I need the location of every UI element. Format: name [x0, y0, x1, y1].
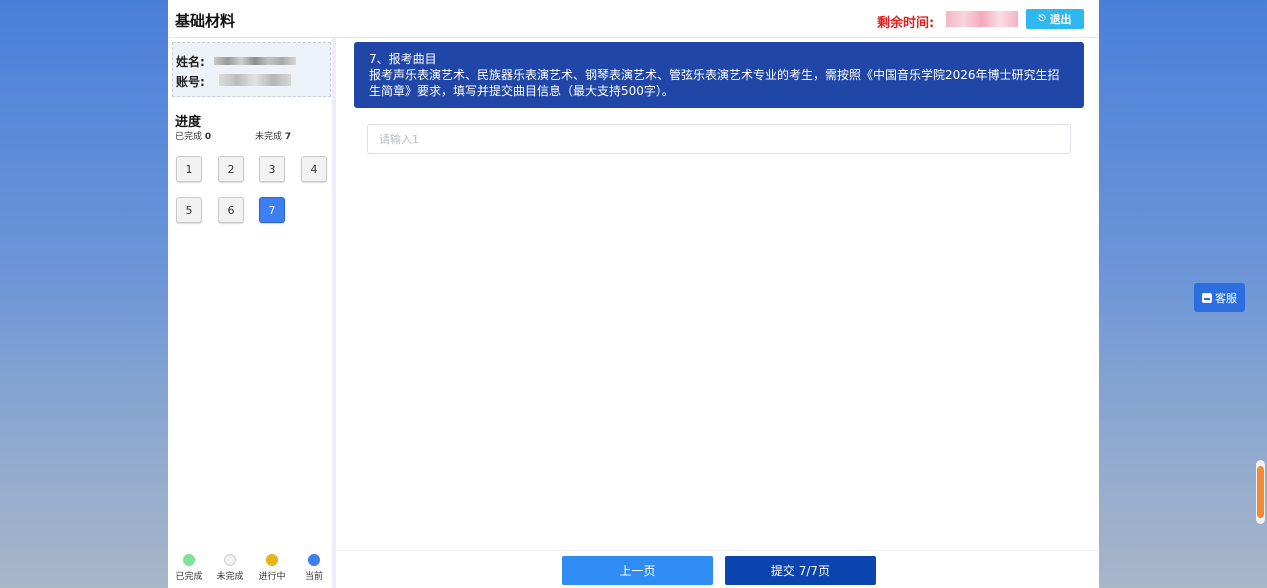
- exit-button-label: 退出: [1049, 13, 1072, 26]
- name-value-redacted: [214, 57, 296, 65]
- account-label: 账号:: [176, 75, 205, 89]
- question-button-5[interactable]: 5: [176, 197, 202, 223]
- question-button-1[interactable]: 1: [176, 156, 202, 182]
- incomplete-stat: 未完成 7: [255, 129, 291, 142]
- in-progress-dot-icon: [266, 554, 278, 566]
- submit-button[interactable]: 提交 7/7页: [725, 556, 876, 585]
- legend-item-incomplete: 未完成: [210, 554, 250, 582]
- answer-input[interactable]: [367, 124, 1071, 154]
- legend-item-in-progress: 进行中: [252, 554, 292, 582]
- progress-legend: 已完成 未完成 进行中 当前: [168, 550, 336, 588]
- user-info-card: 姓名: 账号:: [172, 42, 331, 97]
- page-scrollbar[interactable]: [1256, 460, 1265, 524]
- question-button-7[interactable]: 7: [259, 197, 285, 223]
- customer-service-label: 客服: [1215, 291, 1237, 305]
- sidebar: 姓名: 账号: 进度 已完成 0 未完成 7 1 2 3 4 5 6 7 已完成: [168, 38, 336, 588]
- scrollbar-thumb[interactable]: [1257, 466, 1264, 518]
- legend-label: 已完成: [175, 572, 203, 582]
- question-card: 7、报考曲目 报考声乐表演艺术、民族器乐表演艺术、钢琴表演艺术、管弦乐表演艺术专…: [354, 42, 1084, 108]
- legend-label: 进行中: [258, 572, 286, 582]
- completed-label: 已完成: [175, 132, 203, 142]
- question-button-3[interactable]: 3: [259, 156, 285, 182]
- page-title: 基础材料: [175, 12, 236, 30]
- header: 基础材料 剩余时间: ⎋ 退出: [168, 0, 1099, 38]
- customer-service-button[interactable]: 客服: [1194, 283, 1245, 312]
- incomplete-dot-icon: [224, 554, 236, 566]
- remaining-time-label: 剩余时间:: [877, 16, 935, 31]
- question-button-4[interactable]: 4: [301, 156, 327, 182]
- question-title: 7、报考曲目: [369, 52, 437, 66]
- app-window: 基础材料 剩余时间: ⎋ 退出 姓名: 账号: 进度 已完成 0 未完成 7 1…: [168, 0, 1099, 588]
- legend-item-completed: 已完成: [169, 554, 209, 582]
- logout-icon: ⎋: [1038, 14, 1046, 24]
- question-button-2[interactable]: 2: [218, 156, 244, 182]
- legend-label: 未完成: [216, 572, 244, 582]
- legend-item-current: 当前: [294, 554, 334, 582]
- footer-nav: 上一页 提交 7/7页: [336, 550, 1099, 588]
- exit-button[interactable]: ⎋ 退出: [1026, 9, 1084, 29]
- legend-label: 当前: [304, 572, 323, 582]
- completed-stat: 已完成 0: [175, 129, 211, 142]
- question-description: 报考声乐表演艺术、民族器乐表演艺术、钢琴表演艺术、管弦乐表演艺术专业的考生，需按…: [369, 68, 1060, 98]
- chat-icon: [1202, 292, 1212, 303]
- progress-title: 进度: [175, 115, 202, 130]
- incomplete-label: 未完成: [255, 132, 283, 142]
- remaining-time-value-redacted: [946, 11, 1018, 27]
- previous-page-button[interactable]: 上一页: [562, 556, 713, 585]
- main-content: 7、报考曲目 报考声乐表演艺术、民族器乐表演艺术、钢琴表演艺术、管弦乐表演艺术专…: [336, 38, 1099, 588]
- completed-dot-icon: [183, 554, 195, 566]
- incomplete-count: 7: [284, 132, 292, 142]
- question-button-6[interactable]: 6: [218, 197, 244, 223]
- name-label: 姓名:: [176, 55, 205, 69]
- completed-count: 0: [204, 132, 212, 142]
- account-value-redacted: [219, 74, 291, 86]
- current-dot-icon: [308, 554, 320, 566]
